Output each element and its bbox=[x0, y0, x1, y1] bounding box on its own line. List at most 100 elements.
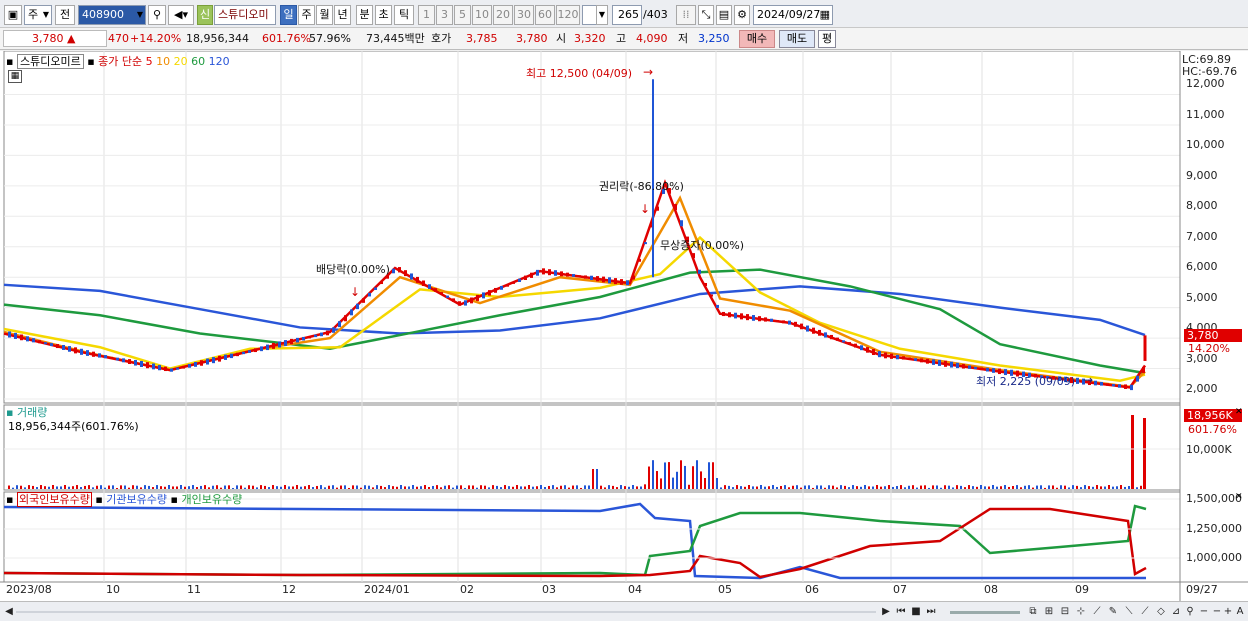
ma5-legend: 5 bbox=[145, 55, 153, 68]
line-tool-icon[interactable]: ⟋ bbox=[1090, 605, 1104, 619]
volume-bar bbox=[752, 486, 754, 489]
period-day-button[interactable]: 일 bbox=[280, 5, 297, 25]
rewind-icon[interactable]: ⏮ bbox=[894, 605, 908, 619]
candle bbox=[308, 336, 311, 339]
pen-tool-icon[interactable]: ✎ bbox=[1106, 605, 1120, 619]
close-icon[interactable]: ✕ bbox=[1235, 492, 1243, 502]
stop-icon[interactable]: ■ bbox=[910, 605, 922, 619]
candle bbox=[1130, 384, 1133, 391]
chevron-down-icon[interactable]: ▼ bbox=[596, 5, 608, 25]
chart-tool-icon[interactable]: ⟋ bbox=[1138, 605, 1152, 619]
font-size-icon[interactable]: A bbox=[1234, 605, 1246, 619]
period-minute-button[interactable]: 분 bbox=[356, 5, 373, 25]
magnify-icon[interactable]: ⚲ bbox=[1184, 605, 1196, 619]
close-icon[interactable]: ✕ bbox=[1235, 407, 1243, 417]
candle bbox=[176, 367, 179, 370]
volume-bar bbox=[624, 486, 626, 489]
interval-button[interactable]: 30 bbox=[514, 5, 534, 25]
volume-bar bbox=[856, 486, 858, 489]
period-second-button[interactable]: 초 bbox=[375, 5, 392, 25]
shape-tool-icon[interactable]: ◇ bbox=[1154, 605, 1168, 619]
eval-button[interactable]: 평 bbox=[818, 30, 836, 48]
sound-icon[interactable]: ◀▾ bbox=[168, 5, 194, 25]
chart-scrollbar[interactable]: ◀ ▶ ⏮ ■ ⏭ ⧉ ⊞ ⊟ ⊹ ⟋ ✎ ⟍ ⟋ ◇ ⊿ ⚲ − − + A bbox=[0, 601, 1248, 621]
x-tick: 02 bbox=[460, 583, 474, 596]
prev-button[interactable]: 전 bbox=[55, 5, 75, 25]
institution-holding-legend[interactable]: 기관보유수량 bbox=[106, 493, 167, 506]
chart-area[interactable]: → → ↓ ↓ bbox=[0, 51, 1248, 601]
candle bbox=[548, 269, 551, 276]
period-tick-button[interactable]: 틱 bbox=[394, 5, 414, 25]
calculator-icon[interactable]: ▦ bbox=[8, 70, 22, 83]
panel-dot-icon: ▪ bbox=[6, 493, 14, 506]
y-tick: 9,000 bbox=[1186, 169, 1218, 182]
volume-bar bbox=[824, 487, 826, 489]
crosshair-icon[interactable]: ⊹ bbox=[1074, 605, 1088, 619]
interval-button[interactable]: 5 bbox=[454, 5, 471, 25]
copy-icon[interactable]: ⧉ bbox=[1026, 605, 1040, 619]
minus-icon[interactable]: − bbox=[1212, 605, 1222, 619]
candle bbox=[1112, 384, 1115, 387]
marker-icon[interactable]: ⊿ bbox=[1170, 605, 1182, 619]
save-icon[interactable]: ▤ bbox=[716, 5, 732, 25]
period-year-button[interactable]: 년 bbox=[334, 5, 351, 25]
zoom-in-icon[interactable]: + bbox=[1222, 605, 1234, 619]
period-month-button[interactable]: 월 bbox=[316, 5, 333, 25]
window-icon[interactable]: ▣ bbox=[4, 5, 22, 25]
date-input[interactable]: 2024/09/27 ▦ bbox=[753, 5, 833, 25]
volume-bar bbox=[652, 460, 654, 489]
search-icon[interactable]: ⚲ bbox=[148, 5, 166, 25]
stock-title[interactable]: 스튜디오미르 bbox=[16, 54, 84, 69]
candle bbox=[908, 357, 911, 360]
sell-button[interactable]: 매도 bbox=[779, 30, 815, 48]
volume-bar bbox=[212, 485, 214, 489]
candle bbox=[710, 294, 713, 297]
volume-bar bbox=[136, 485, 138, 489]
scroll-left-icon[interactable]: ◀ bbox=[4, 605, 14, 619]
buy-button[interactable]: 매수 bbox=[739, 30, 775, 48]
volume-bar bbox=[280, 486, 282, 489]
interval-button[interactable]: 10 bbox=[472, 5, 492, 25]
stock-name-field[interactable]: 스튜디오미 bbox=[214, 5, 276, 25]
gear-icon[interactable]: ⚙ bbox=[734, 5, 750, 25]
scroll-track[interactable] bbox=[16, 611, 876, 613]
interval-button[interactable]: 120 bbox=[556, 5, 580, 25]
zoom-icon[interactable]: ⤡ bbox=[698, 5, 714, 25]
period-week-button[interactable]: 주 bbox=[298, 5, 315, 25]
interval-button[interactable]: 20 bbox=[493, 5, 513, 25]
market-select[interactable]: 주 ▼ bbox=[24, 5, 52, 25]
split-icon[interactable]: ⊟ bbox=[1058, 605, 1072, 619]
volume-bar bbox=[496, 485, 498, 489]
candle bbox=[806, 325, 809, 332]
interval-button[interactable]: 1 bbox=[418, 5, 435, 25]
chart-canvas[interactable]: → → ↓ ↓ bbox=[0, 51, 1248, 601]
volume-bar bbox=[268, 487, 270, 489]
candle bbox=[1076, 377, 1079, 384]
zoom-slider[interactable] bbox=[950, 611, 1020, 614]
volume-bar bbox=[164, 486, 166, 489]
zoom-out-icon[interactable]: − bbox=[1198, 605, 1210, 619]
volume-bar bbox=[728, 485, 730, 489]
interval-button[interactable]: 60 bbox=[535, 5, 555, 25]
high-arrow-icon: → bbox=[643, 65, 653, 79]
grid-icon[interactable]: ⁞⁞ bbox=[676, 5, 696, 25]
trend-tool-icon[interactable]: ⟍ bbox=[1122, 605, 1136, 619]
layout-icon[interactable]: ⊞ bbox=[1042, 605, 1056, 619]
foreign-holding-legend[interactable]: 외국인보유수량 bbox=[16, 492, 92, 507]
candle bbox=[368, 292, 371, 297]
count-input[interactable]: 265 bbox=[612, 5, 642, 25]
volume-bar bbox=[196, 487, 198, 489]
forward-icon[interactable]: ⏭ bbox=[924, 605, 938, 619]
volume-bar bbox=[604, 487, 606, 489]
candle bbox=[962, 364, 965, 369]
y-tick: 7,000 bbox=[1186, 230, 1218, 243]
candle bbox=[608, 277, 611, 284]
interval-button[interactable]: 3 bbox=[436, 5, 453, 25]
candle bbox=[380, 281, 383, 285]
volume-bar bbox=[1096, 485, 1098, 489]
x-tick: 09/27 bbox=[1186, 583, 1218, 596]
scroll-right-icon[interactable]: ▶ bbox=[880, 605, 892, 619]
individual-holding-legend[interactable]: 개인보유수량 bbox=[181, 493, 242, 506]
volume-bar bbox=[720, 487, 722, 489]
code-input[interactable]: 408900 ▼ bbox=[78, 5, 146, 25]
